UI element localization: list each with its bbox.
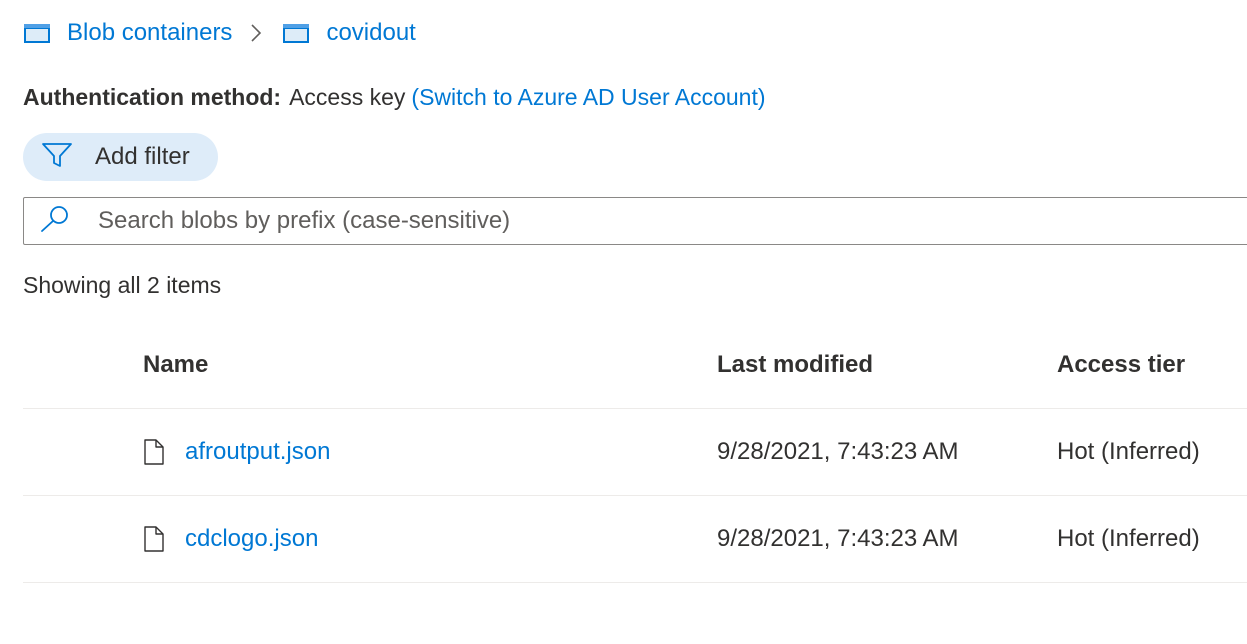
- search-icon: [38, 204, 98, 239]
- table-row[interactable]: cdclogo.json 9/28/2021, 7:43:23 AM Hot (…: [23, 496, 1247, 583]
- column-header-access-tier[interactable]: Access tier: [1057, 322, 1185, 408]
- name-cell: cdclogo.json: [143, 496, 318, 582]
- add-filter-label: Add filter: [95, 143, 190, 170]
- file-icon: [143, 525, 165, 553]
- breadcrumb-label: covidout: [326, 19, 416, 46]
- last-modified-cell: 9/28/2021, 7:43:23 AM: [717, 438, 959, 465]
- chevron-right-icon: [248, 22, 264, 44]
- search-box: [23, 197, 1247, 245]
- blob-name-link[interactable]: cdclogo.json: [185, 525, 318, 553]
- authentication-method: Authentication method: Access key (Switch …: [23, 84, 766, 111]
- search-input[interactable]: [98, 207, 1198, 235]
- column-header-name[interactable]: Name: [143, 322, 208, 408]
- breadcrumb-label: Blob containers: [67, 19, 233, 46]
- container-icon: [282, 22, 310, 44]
- breadcrumb: Blob containers covidout: [23, 16, 416, 50]
- auth-value: Access key: [289, 84, 406, 110]
- name-cell: afroutput.json: [143, 409, 330, 495]
- breadcrumb-item-blob-containers[interactable]: Blob containers: [23, 19, 232, 47]
- access-tier-cell: Hot (Inferred): [1057, 438, 1200, 465]
- add-filter-button[interactable]: Add filter: [23, 133, 218, 181]
- column-header-last-modified[interactable]: Last modified: [717, 322, 873, 408]
- blob-name-link[interactable]: afroutput.json: [185, 438, 330, 466]
- file-icon: [143, 438, 165, 466]
- switch-auth-link[interactable]: (Switch to Azure AD User Account): [411, 84, 765, 110]
- blob-table: Name Last modified Access tier afroutput…: [23, 322, 1247, 583]
- table-header-row: Name Last modified Access tier: [23, 322, 1247, 409]
- container-icon: [23, 22, 51, 44]
- auth-label: Authentication method:: [23, 84, 282, 110]
- access-tier-cell: Hot (Inferred): [1057, 525, 1200, 552]
- filter-icon: [41, 141, 95, 174]
- item-count-text: Showing all 2 items: [23, 272, 222, 298]
- table-row[interactable]: afroutput.json 9/28/2021, 7:43:23 AM Hot…: [23, 409, 1247, 496]
- breadcrumb-item-covidout[interactable]: covidout: [282, 19, 416, 47]
- last-modified-cell: 9/28/2021, 7:43:23 AM: [717, 525, 959, 552]
